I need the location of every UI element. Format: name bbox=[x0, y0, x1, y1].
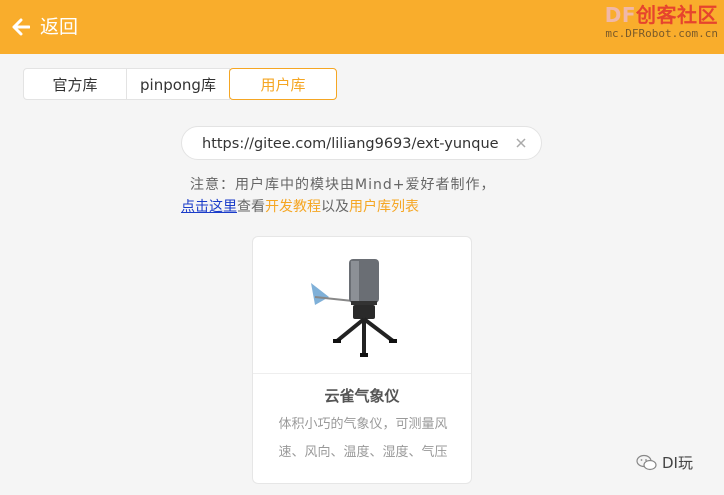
click-here-link[interactable]: 点击这里 bbox=[181, 199, 237, 215]
card-description: 体积小巧的气象仪，可测量风速、风向、温度、湿度、气压 bbox=[278, 417, 448, 460]
url-input[interactable] bbox=[202, 133, 502, 155]
back-label: 返回 bbox=[40, 16, 79, 38]
wechat-icon bbox=[636, 454, 657, 470]
dfrobot-logo: DF创客社区 mc.DFRobot.com.cn bbox=[605, 4, 718, 41]
url-search-box bbox=[181, 126, 542, 160]
notice-links: 点击这里查看开发教程以及用户库列表 bbox=[181, 196, 419, 216]
dev-tutorial-link[interactable]: 开发教程 bbox=[265, 199, 321, 215]
card-title: 云雀气象仪 bbox=[324, 387, 400, 405]
tab-user-library[interactable]: 用户库 bbox=[229, 68, 337, 100]
logo-url: mc.DFRobot.com.cn bbox=[605, 27, 718, 40]
logo-prefix: DF bbox=[604, 3, 636, 27]
watermark-text: DI玩 bbox=[662, 454, 693, 472]
view-text: 查看 bbox=[237, 199, 265, 215]
and-text: 以及 bbox=[321, 199, 349, 215]
tab-pinpong-library[interactable]: pinpong库 bbox=[126, 68, 230, 100]
weather-station-image bbox=[311, 259, 397, 357]
notice-text: 注意：用户库中的模块由Mind+爱好者制作， bbox=[190, 177, 496, 193]
clear-icon[interactable] bbox=[513, 135, 529, 151]
arrow-left-icon bbox=[12, 18, 30, 36]
watermark: DI玩 bbox=[636, 452, 693, 473]
user-library-list-link[interactable]: 用户库列表 bbox=[349, 199, 419, 215]
back-button[interactable]: 返回 bbox=[12, 14, 78, 40]
extension-card[interactable]: 云雀气象仪 体积小巧的气象仪，可测量风速、风向、温度、湿度、气压 bbox=[252, 236, 472, 484]
logo-text: 创客社区 bbox=[636, 3, 718, 27]
card-divider bbox=[253, 373, 471, 374]
tab-official-library[interactable]: 官方库 bbox=[23, 68, 127, 100]
top-bar: 返回 DF创客社区 mc.DFRobot.com.cn bbox=[0, 0, 724, 54]
